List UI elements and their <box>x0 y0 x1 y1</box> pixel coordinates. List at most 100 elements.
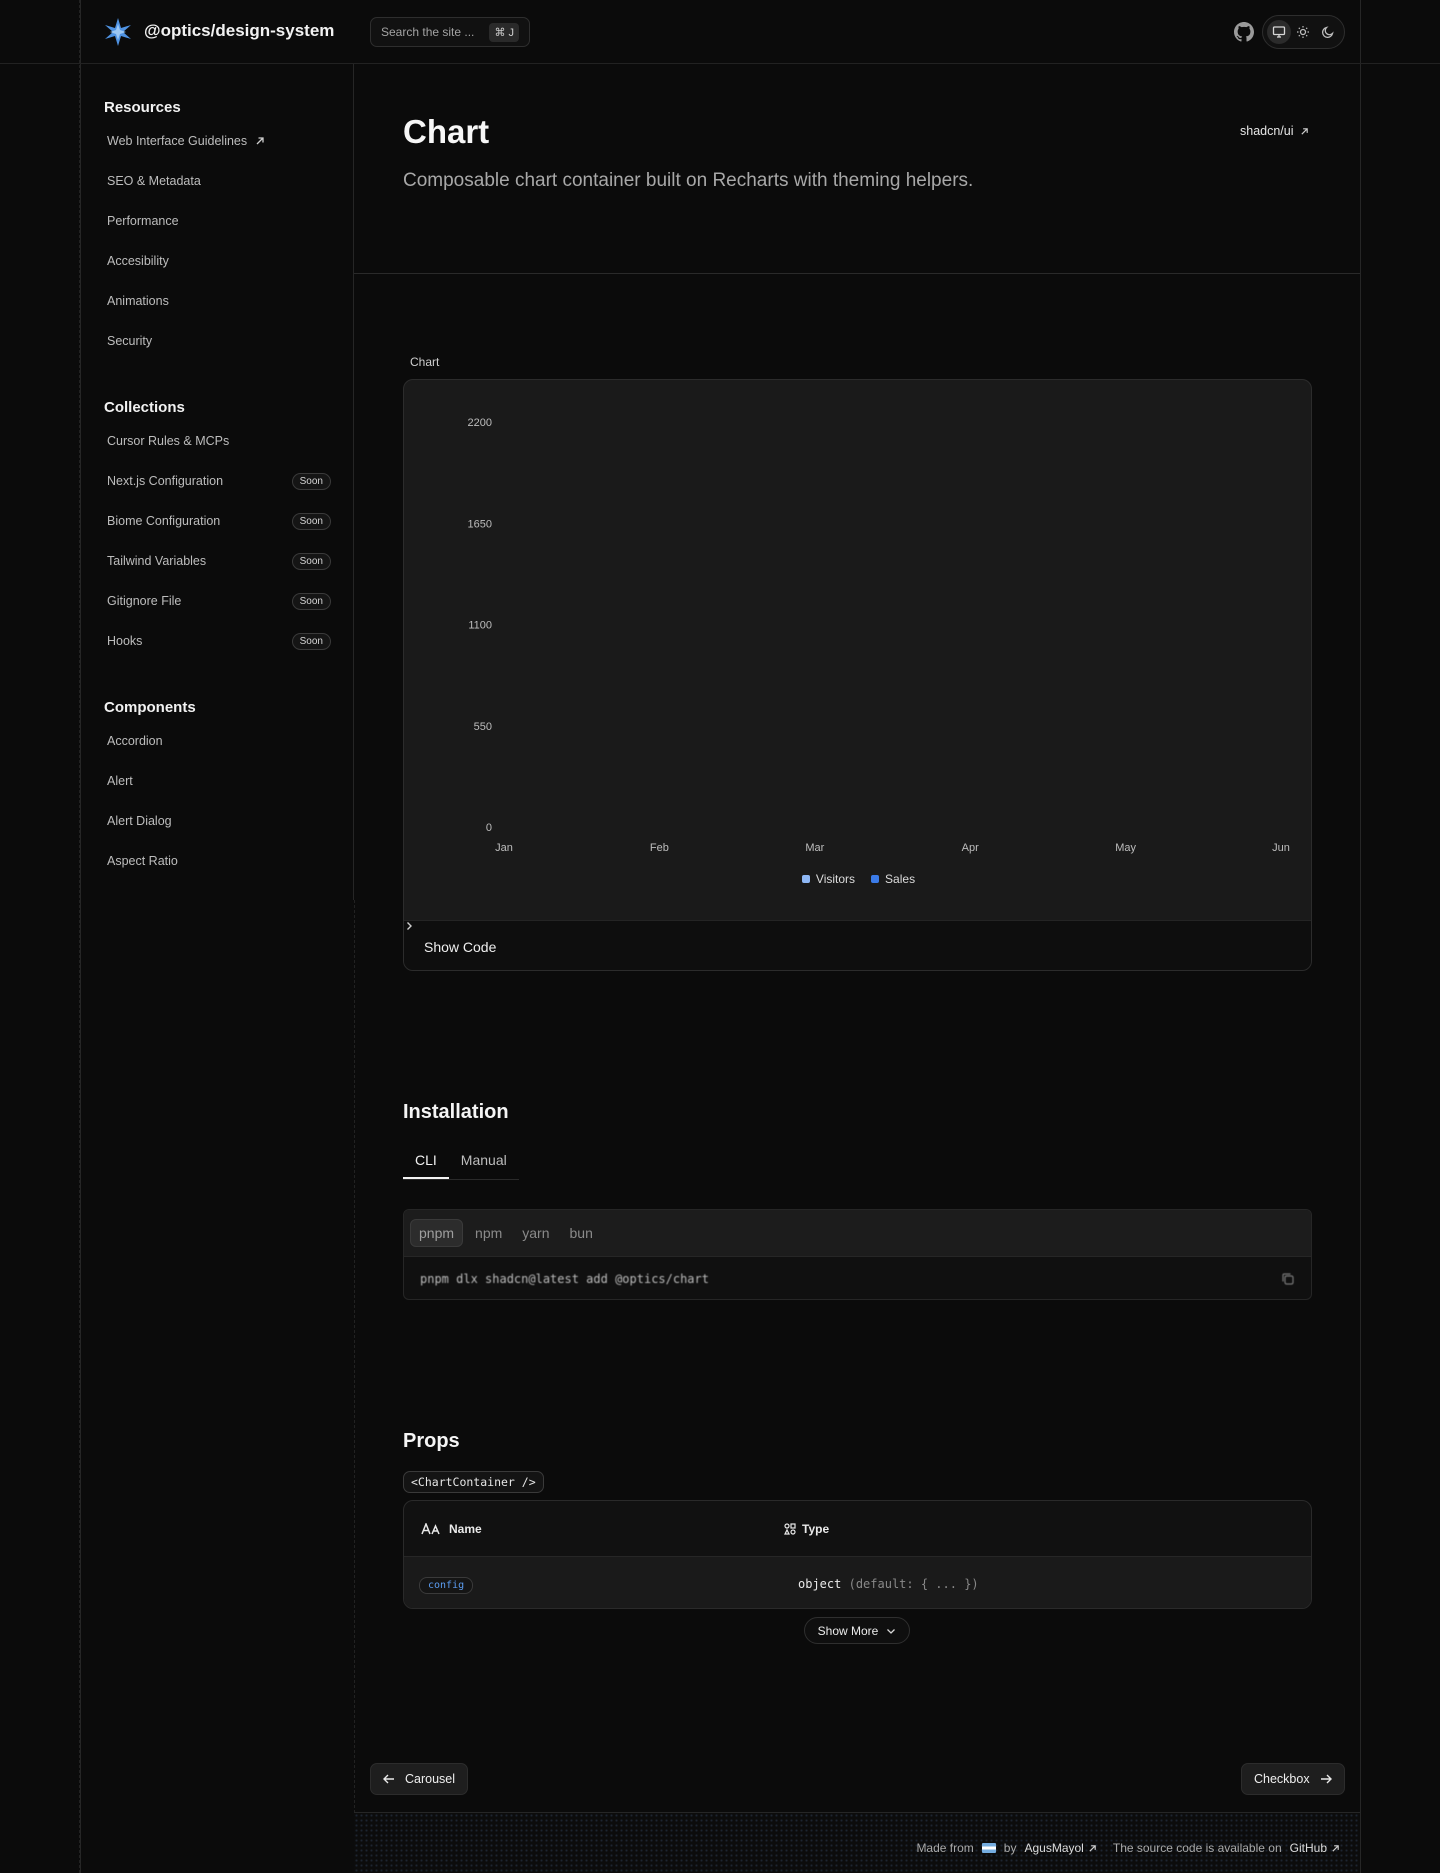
sidebar-item-label: Hooks <box>107 634 143 648</box>
sidebar-item-biome-configuration[interactable]: Biome Configuration Soon <box>107 507 331 535</box>
sidebar-item-aspect-ratio[interactable]: Aspect Ratio <box>107 847 331 875</box>
copy-icon[interactable] <box>1281 1272 1295 1286</box>
sidebar-item-seo-metadata[interactable]: SEO & Metadata <box>107 167 331 195</box>
pm-tab-npm[interactable]: npm <box>467 1220 510 1246</box>
arrow-up-right-icon <box>256 137 264 145</box>
theme-switcher <box>1262 15 1345 49</box>
author-label: AgusMayol <box>1024 1841 1084 1855</box>
sidebar-item-alert-dialog[interactable]: Alert Dialog <box>107 807 331 835</box>
author-link[interactable]: AgusMayol <box>1024 1841 1096 1855</box>
sidebar-item-accordion[interactable]: Accordion <box>107 727 331 755</box>
search-placeholder: Search the site ... <box>381 25 475 39</box>
arrow-right-icon <box>1320 1774 1332 1784</box>
install-command-text: pnpm dlx shadcn@latest add @optics/chart <box>420 1272 709 1286</box>
x-tick-label: Mar <box>805 842 824 854</box>
sidebar-item-nextjs-configuration[interactable]: Next.js Configuration Soon <box>107 467 331 495</box>
brand-name[interactable]: @optics/design-system <box>144 21 334 41</box>
sidebar-item-hooks[interactable]: Hooks Soon <box>107 627 331 655</box>
sidebar-item-label: Alert Dialog <box>107 814 172 828</box>
soon-badge: Soon <box>291 632 331 650</box>
frame-line-right <box>1360 0 1361 1873</box>
arrow-up-right-icon <box>1300 127 1308 135</box>
chart-svg: 0 550 1100 1650 2200 Jan Feb Mar Apr May Jun <box>468 417 1290 854</box>
installation-title: Installation <box>403 1101 509 1123</box>
props-table: Name Type config object (default: { ... … <box>403 1500 1312 1609</box>
legend-swatch <box>801 875 810 883</box>
prop-name-chip: config <box>419 1576 474 1594</box>
pm-tab-bun[interactable]: bun <box>562 1220 601 1246</box>
legend-label: Sales <box>885 872 916 886</box>
column-type: Type <box>784 1522 829 1536</box>
x-tick-label: Jun <box>1272 842 1290 854</box>
column-name: Name <box>404 1522 784 1536</box>
pm-tab-pnpm[interactable]: pnpm <box>410 1219 464 1247</box>
x-tick-label: Feb <box>650 842 669 854</box>
sidebar-item-label: Next.js Configuration <box>107 474 224 488</box>
next-page-button[interactable]: Checkbox <box>1241 1763 1345 1795</box>
sidebar-item-label: Gitignore File <box>107 594 182 608</box>
y-tick-label: 1650 <box>468 518 492 530</box>
footer: Made from by AgusMayol The source code i… <box>354 1812 1360 1873</box>
tab-cli[interactable]: CLI <box>403 1145 449 1179</box>
y-tick-label: 0 <box>486 822 492 834</box>
column-type-label: Type <box>802 1521 830 1536</box>
sidebar-item-label: Alert <box>107 774 133 788</box>
search-input[interactable]: Search the site ... ⌘ J <box>370 17 530 47</box>
legend-swatch <box>871 875 880 883</box>
search-shortcut: ⌘ J <box>489 22 519 42</box>
light-theme-button[interactable] <box>1291 20 1315 44</box>
show-code-button[interactable]: Show Code <box>404 920 1311 970</box>
y-tick-label: 2200 <box>468 417 492 429</box>
soon-badge: Soon <box>291 592 331 610</box>
sidebar-item-animations[interactable]: Animations <box>107 287 331 315</box>
chart-demo-card: 0 550 1100 1650 2200 Jan Feb Mar Apr May Jun Visit… <box>403 379 1312 971</box>
content-divider <box>353 64 354 900</box>
sidebar-item-web-interface-guidelines[interactable]: Web Interface Guidelines <box>107 127 331 155</box>
x-tick-label: Apr <box>962 842 979 854</box>
tab-manual[interactable]: Manual <box>449 1145 519 1179</box>
demo-label: Chart <box>410 355 440 369</box>
dark-theme-button[interactable] <box>1316 20 1340 44</box>
sidebar-section-title-collections: Collections <box>104 399 185 416</box>
sidebar-item-alert[interactable]: Alert <box>107 767 331 795</box>
sidebar-item-label: Cursor Rules & MCPs <box>107 434 230 448</box>
sun-icon <box>1297 26 1310 38</box>
arrow-up-right-icon <box>1332 1844 1339 1852</box>
argentina-flag-icon <box>981 1843 996 1853</box>
y-tick-label: 1100 <box>468 620 492 632</box>
sidebar-item-security[interactable]: Security <box>107 327 331 355</box>
shadcn-link-label: shadcn/ui <box>1240 124 1294 138</box>
top-header: @optics/design-system Search the site ..… <box>0 0 1440 64</box>
prev-page-button[interactable]: Carousel <box>370 1763 469 1795</box>
show-more-button[interactable]: Show More <box>804 1617 910 1644</box>
x-tick-label: May <box>1115 842 1136 854</box>
sidebar-item-label: Animations <box>107 294 169 308</box>
sidebar-item-accesibility[interactable]: Accesibility <box>107 247 331 275</box>
sidebar-item-gitignore-file[interactable]: Gitignore File Soon <box>107 587 331 615</box>
shadcn-link[interactable]: shadcn/ui <box>1240 124 1309 138</box>
pm-tab-yarn[interactable]: yarn <box>514 1220 557 1246</box>
sidebar-item-performance[interactable]: Performance <box>107 207 331 235</box>
star-logo-icon[interactable] <box>103 17 133 47</box>
chevron-down-icon <box>887 1628 896 1634</box>
prop-type: object <box>798 1576 842 1591</box>
prop-default: (default: { ... }) <box>848 1576 979 1591</box>
page-title: Chart <box>403 113 490 150</box>
show-more-label: Show More <box>817 1623 879 1638</box>
github-link-label: GitHub <box>1289 1841 1327 1855</box>
x-tick-label: Jan <box>495 842 513 854</box>
content-dash <box>354 900 355 1873</box>
github-icon[interactable] <box>1234 22 1254 42</box>
github-link[interactable]: GitHub <box>1290 1841 1340 1855</box>
legend-item-visitors: Visitors <box>801 872 855 886</box>
prev-page-label: Carousel <box>405 1772 456 1786</box>
y-tick-label: 550 <box>474 721 492 733</box>
arrow-left-icon <box>383 1774 394 1784</box>
sidebar-item-cursor-rules[interactable]: Cursor Rules & MCPs <box>107 427 331 455</box>
monitor-icon <box>1273 26 1286 38</box>
system-theme-button[interactable] <box>1267 20 1292 44</box>
header-separator <box>354 273 1360 274</box>
install-command: pnpm dlx shadcn@latest add @optics/chart <box>404 1257 1311 1299</box>
column-name-label: Name <box>449 1521 482 1536</box>
sidebar-item-tailwind-variables[interactable]: Tailwind Variables Soon <box>107 547 331 575</box>
